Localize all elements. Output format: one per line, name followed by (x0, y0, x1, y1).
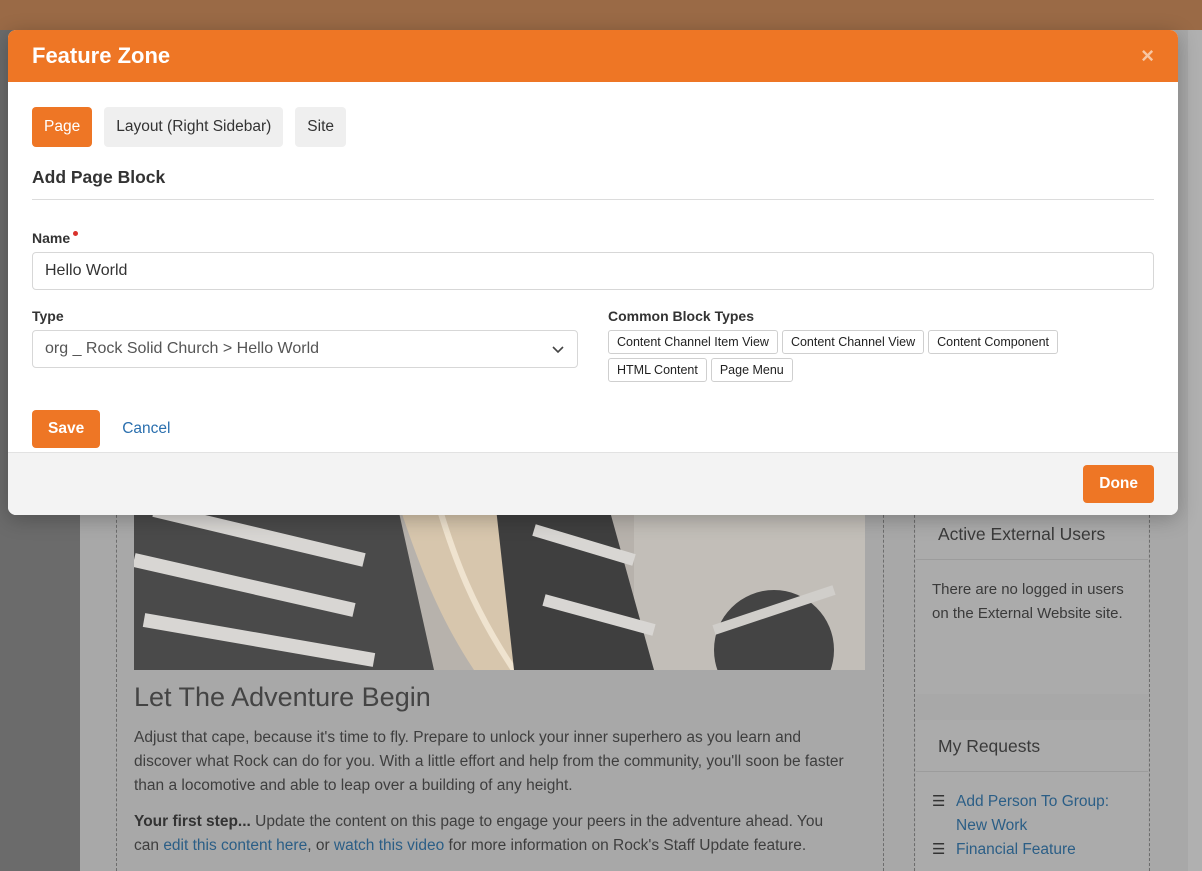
chip-html-content[interactable]: HTML Content (608, 358, 707, 382)
content-paragraph-2: Your first step... Update the content on… (134, 810, 849, 858)
content-paragraph: Adjust that cape, because it's time to f… (134, 729, 844, 794)
scrollbar[interactable] (1188, 30, 1202, 871)
content-heading: Let The Adventure Begin (134, 682, 431, 712)
required-indicator (73, 231, 79, 236)
common-types-label: Common Block Types (608, 308, 754, 324)
hero-photo-illustration (134, 490, 865, 670)
active-users-title: Active External Users (916, 508, 1148, 560)
request-label: Add Person To Group: New Work (956, 793, 1110, 834)
chip-page-menu[interactable]: Page Menu (710, 358, 793, 382)
modal-footer: Done (8, 452, 1178, 515)
type-row: Type org _ Rock Solid Church > Hello Wor… (32, 308, 1154, 382)
active-users-body: There are no logged in users on the Exte… (932, 581, 1124, 622)
zone-tabs: Page Layout (Right Sidebar) Site (32, 107, 1154, 147)
request-label: Financial Feature (956, 841, 1076, 858)
tab-page[interactable]: Page (32, 107, 93, 147)
para-text: , or (307, 837, 334, 854)
chevron-down-icon (552, 346, 564, 354)
para-text: for more information on Rock's Staff Upd… (444, 837, 807, 854)
section-title: Add Page Block (32, 167, 1154, 200)
close-icon[interactable]: × (1141, 43, 1154, 69)
request-item[interactable]: ☰ Add Person To Group: New Work (916, 790, 1148, 838)
done-button[interactable]: Done (1083, 465, 1154, 503)
top-bar (0, 0, 1202, 30)
modal-header: Feature Zone × (8, 30, 1178, 82)
name-input[interactable] (32, 252, 1154, 290)
list-icon: ☰ (932, 841, 946, 858)
active-users-card: Active External Users There are no logge… (916, 508, 1148, 694)
tab-layout[interactable]: Layout (Right Sidebar) (104, 107, 284, 147)
name-label-text: Name (32, 230, 71, 246)
cancel-button[interactable]: Cancel (122, 420, 170, 438)
list-icon: ☰ (932, 793, 946, 810)
edit-content-link[interactable]: edit this content here (163, 837, 307, 854)
save-button[interactable]: Save (32, 410, 101, 448)
request-item[interactable]: ☰ Financial Feature (916, 838, 1148, 862)
type-column: Type org _ Rock Solid Church > Hello Wor… (32, 308, 578, 382)
type-label: Type (32, 308, 64, 324)
hero-image (134, 490, 865, 670)
feature-zone-modal: Feature Zone × Page Layout (Right Sideba… (8, 30, 1178, 515)
common-types-list: Content Channel Item View Content Channe… (608, 330, 1154, 382)
my-requests-card: My Requests ☰ Add Person To Group: New W… (916, 720, 1148, 871)
chip-content-channel-view[interactable]: Content Channel View (781, 330, 925, 354)
form-actions: Save Cancel (32, 410, 1154, 448)
common-types-column: Common Block Types Content Channel Item … (608, 308, 1154, 382)
my-requests-title: My Requests (916, 720, 1148, 772)
modal-title: Feature Zone (32, 43, 171, 68)
tab-site[interactable]: Site (295, 107, 347, 147)
name-label: Name (32, 230, 1154, 246)
watch-video-link[interactable]: watch this video (334, 837, 444, 854)
first-step-label: Your first step... (134, 813, 251, 830)
type-select-value: org _ Rock Solid Church > Hello World (45, 340, 320, 357)
modal-body: Page Layout (Right Sidebar) Site Add Pag… (8, 82, 1178, 452)
type-select[interactable]: org _ Rock Solid Church > Hello World (32, 330, 578, 368)
chip-content-channel-item-view[interactable]: Content Channel Item View (608, 330, 778, 354)
chip-content-component[interactable]: Content Component (928, 330, 1059, 354)
